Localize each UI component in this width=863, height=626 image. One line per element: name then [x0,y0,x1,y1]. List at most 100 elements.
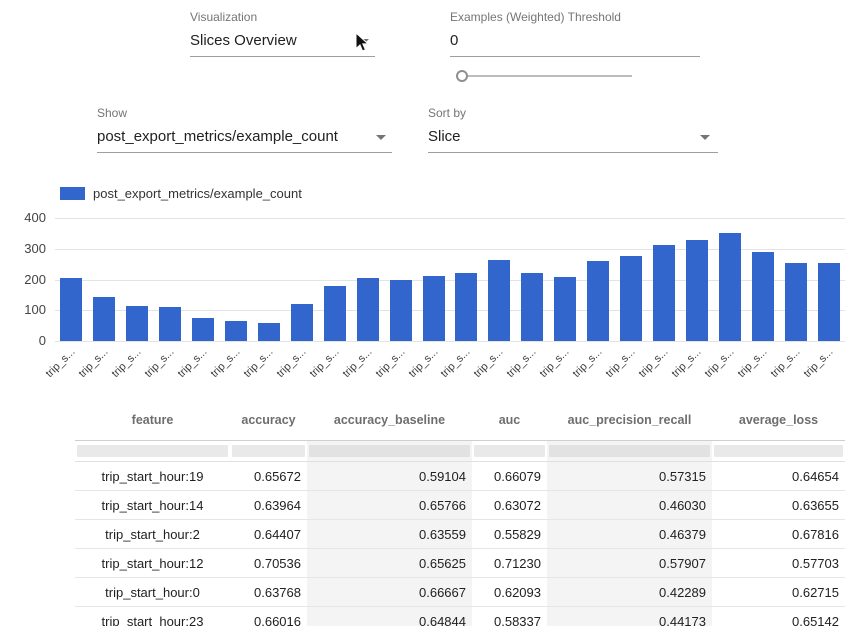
show-select[interactable]: post_export_metrics/example_count [97,120,392,153]
table-row-trip_start_hour:2[interactable]: trip_start_hour:20.644070.635590.558290.… [75,520,845,549]
metric-cell: 0.63768 [230,578,307,607]
metric-cell: 0.63655 [712,491,845,520]
y-axis-tick-label: 100 [0,302,46,318]
bar-16[interactable] [587,261,609,341]
metric-cell: 0.66667 [307,578,472,607]
bar-15[interactable] [554,277,576,341]
bar-0[interactable] [60,278,82,341]
filter-cell [547,441,712,462]
column-header-average_loss[interactable]: average_loss [712,400,845,441]
threshold-input[interactable]: 0 [450,24,700,57]
sort-by-label: Sort by [428,106,718,120]
threshold-slider[interactable] [456,69,632,83]
filter-cell [75,441,230,462]
bar-5[interactable] [225,321,247,341]
slider-track[interactable] [461,75,632,77]
feature-cell: trip_start_hour:0 [75,578,230,607]
y-axis-tick-label: 0 [0,333,46,349]
gridline [55,218,845,219]
metric-cell: 0.57703 [712,549,845,578]
bar-3[interactable] [159,307,181,341]
bar-19[interactable] [686,240,708,341]
bar-11[interactable] [423,276,445,341]
bar-17[interactable] [620,256,642,341]
column-header-feature[interactable]: feature [75,400,230,441]
feature-cell: trip_start_hour:14 [75,491,230,520]
table-row-trip_start_hour:12[interactable]: trip_start_hour:120.705360.656250.712300… [75,549,845,578]
metric-cell: 0.62093 [472,578,547,607]
threshold-label: Examples (Weighted) Threshold [450,10,700,24]
y-axis-tick-label: 400 [0,210,46,226]
metric-cell: 0.42289 [547,578,712,607]
metric-cell: 0.65672 [230,462,307,491]
column-header-accuracy_baseline[interactable]: accuracy_baseline [307,400,472,441]
filter-cell [307,441,472,462]
gridline [55,341,845,342]
filter-cell [230,441,307,462]
bar-chart: 0100200300400trip_s...trip_s...trip_s...… [0,202,863,402]
table-row-trip_start_hour:19[interactable]: trip_start_hour:190.656720.591040.660790… [75,462,845,491]
bar-2[interactable] [126,306,148,341]
table-row-trip_start_hour:0[interactable]: trip_start_hour:00.637680.666670.620930.… [75,578,845,607]
filter-input-accuracy_baseline[interactable] [309,445,470,457]
sort-by-control: Sort by Slice [428,106,718,153]
bar-18[interactable] [653,245,675,341]
column-header-auc[interactable]: auc [472,400,547,441]
sort-by-select[interactable]: Slice [428,120,718,153]
filter-input-auc_precision_recall[interactable] [549,445,710,457]
slider-thumb[interactable] [456,70,468,82]
bar-1[interactable] [93,297,115,341]
column-header-accuracy[interactable]: accuracy [230,400,307,441]
bar-7[interactable] [291,304,313,341]
bar-22[interactable] [785,263,807,341]
y-axis-tick-label: 200 [0,272,46,288]
filter-input-accuracy[interactable] [232,445,305,457]
threshold-control: Examples (Weighted) Threshold 0 [450,10,700,57]
metric-cell: 0.63559 [307,520,472,549]
bar-23[interactable] [818,263,840,341]
metric-cell: 0.64407 [230,520,307,549]
metric-cell: 0.67816 [712,520,845,549]
metric-cell: 0.65766 [307,491,472,520]
filter-input-average_loss[interactable] [714,445,843,457]
filter-input-auc[interactable] [474,445,545,457]
metric-cell: 0.62715 [712,578,845,607]
feature-cell: trip_start_hour:19 [75,462,230,491]
chevron-down-icon [376,135,386,140]
chevron-down-icon [700,135,710,140]
metric-cell: 0.63964 [230,491,307,520]
chart-legend: post_export_metrics/example_count [60,186,302,201]
table-filter-row [75,441,845,462]
bar-21[interactable] [752,252,774,341]
show-control: Show post_export_metrics/example_count [97,106,392,153]
y-axis-tick-label: 300 [0,241,46,257]
table-head: featureaccuracyaccuracy_baselineaucauc_p… [75,400,845,462]
visualization-select[interactable]: Slices Overview [190,24,375,57]
column-header-auc_precision_recall[interactable]: auc_precision_recall [547,400,712,441]
feature-cell: trip_start_hour:2 [75,520,230,549]
bar-8[interactable] [324,286,346,341]
bar-12[interactable] [455,273,477,341]
show-label: Show [97,106,392,120]
bar-9[interactable] [357,278,379,341]
metric-cell: 0.63072 [472,491,547,520]
bar-10[interactable] [390,280,412,342]
bar-4[interactable] [192,318,214,341]
metric-cell: 0.66079 [472,462,547,491]
metric-cell: 0.57907 [547,549,712,578]
table-row-trip_start_hour:14[interactable]: trip_start_hour:140.639640.657660.63072 0… [75,491,845,520]
filter-input-feature[interactable] [77,445,228,457]
bar-14[interactable] [521,273,543,341]
metric-cell: 0.66016 [230,607,307,626]
table-row-trip_start_hour:23[interactable]: trip_start_hour:230.660160.648440.583370… [75,607,845,626]
metric-cell: 0.65625 [307,549,472,578]
show-value: post_export_metrics/example_count [97,128,338,145]
visualization-value: Slices Overview [190,32,297,49]
bar-6[interactable] [258,323,280,341]
metric-cell: 0.71230 [472,549,547,578]
legend-swatch [60,187,85,200]
bar-20[interactable] [719,233,741,341]
metric-cell: 0.64654 [712,462,845,491]
visualization-label: Visualization [190,10,375,24]
bar-13[interactable] [488,260,510,341]
